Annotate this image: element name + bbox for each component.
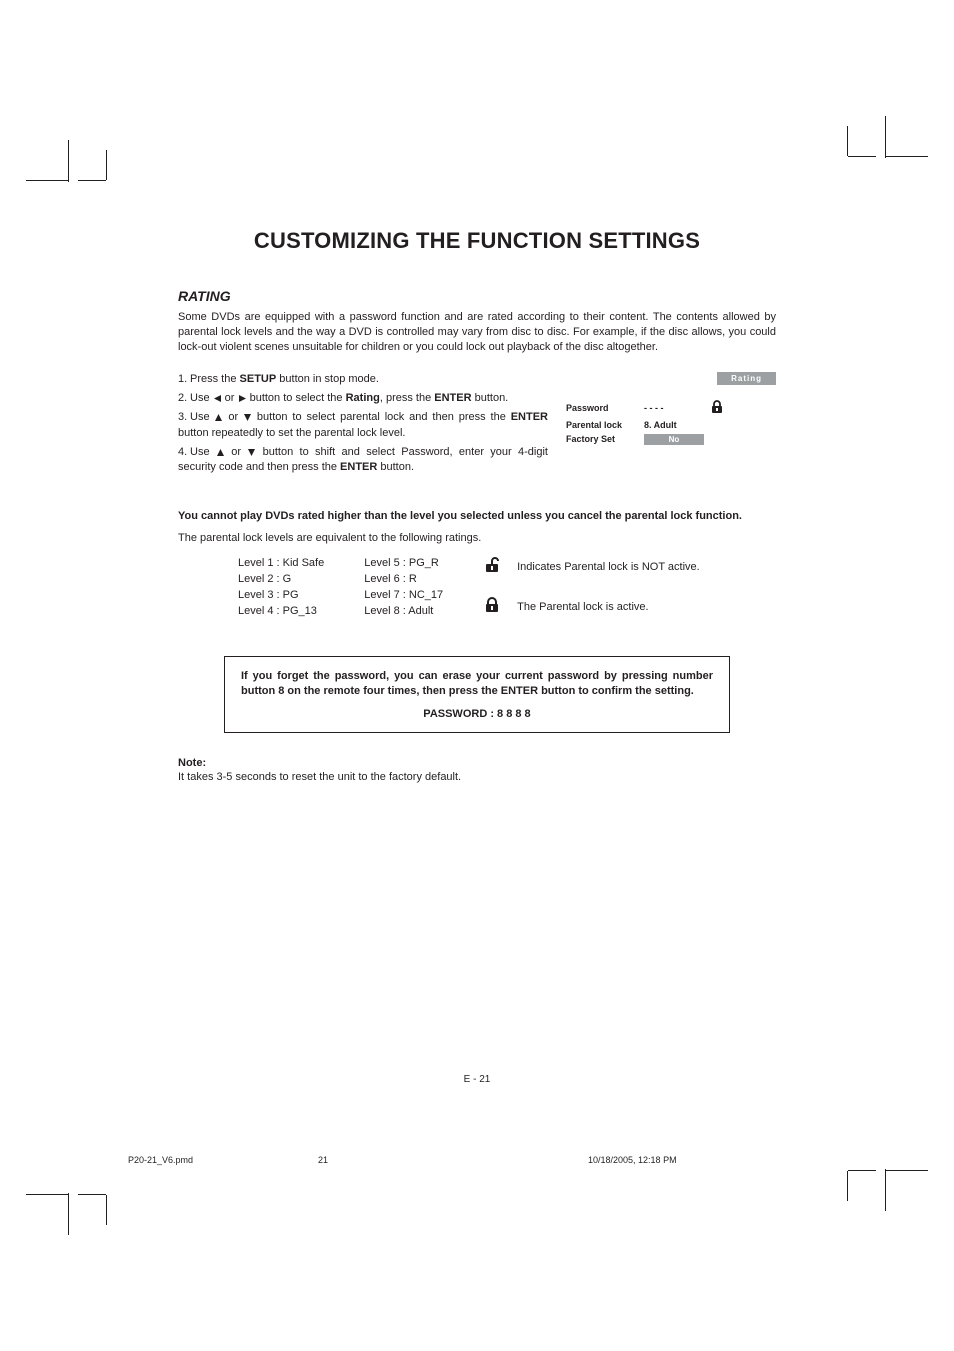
levels-column-1: Level 1 : Kid Safe Level 2 : G Level 3 :… [238,556,324,636]
osd-row-factory-set: Factory Set No [566,434,776,445]
password-reset-callout: If you forget the password, you can eras… [224,656,730,733]
document-footer: P20-21_V6.pmd 21 10/18/2005, 12:18 PM [128,1155,828,1165]
step-4: 4.Use or button to shift and select Pass… [178,445,548,476]
lock-closed-icon [483,596,501,620]
arrow-right-icon [238,394,247,403]
footer-filename: P20-21_V6.pmd [128,1155,318,1165]
legend-locked-text: The Parental lock is active. [517,600,648,616]
equivalence-intro: The parental lock levels are equivalent … [178,532,776,544]
crop-mark [848,1170,876,1171]
step-3: 3.Use or button to select parental lock … [178,410,548,441]
crop-mark [886,156,928,157]
parental-lock-notice: You cannot play DVDs rated higher than t… [178,510,776,522]
osd-tab: Rating [717,372,776,385]
osd-row-password: Password - - - - [566,400,776,416]
crop-mark [26,180,68,181]
lock-closed-icon [710,400,724,416]
page-number: E - 21 [178,1074,776,1085]
arrow-left-icon [213,394,222,403]
callout-password: PASSWORD : 8 8 8 8 [241,708,713,720]
crop-mark [106,150,107,180]
levels-column-2: Level 5 : PG_R Level 6 : R Level 7 : NC_… [364,556,443,636]
crop-mark [847,1171,848,1201]
note-heading: Note: [178,757,776,769]
crop-mark [848,156,876,157]
lock-open-icon [483,556,501,580]
lock-legend: Indicates Parental lock is NOT active. T… [483,556,700,636]
step-2: 2.Use or button to select the Rating, pr… [178,391,548,406]
crop-mark [886,1170,928,1171]
callout-text: If you forget the password, you can eras… [241,669,713,700]
section-heading: RATING [178,288,776,304]
osd-preview: Rating Password - - - - Parental lock 8.… [566,372,776,480]
steps-list: 1.Press the SETUP button in stop mode. 2… [178,372,548,480]
crop-mark [68,140,69,182]
step-1: 1.Press the SETUP button in stop mode. [178,372,548,387]
page-title: CUSTOMIZING THE FUNCTION SETTINGS [178,228,776,254]
crop-mark [106,1195,107,1225]
page-content: CUSTOMIZING THE FUNCTION SETTINGS RATING… [178,228,776,783]
legend-unlocked-text: Indicates Parental lock is NOT active. [517,560,700,576]
crop-mark [68,1193,69,1235]
crop-mark [78,180,106,181]
crop-mark [885,116,886,158]
crop-mark [26,1194,68,1195]
arrow-up-icon [216,448,225,457]
footer-page: 21 [318,1155,588,1165]
crop-mark [885,1169,886,1211]
osd-row-parental-lock: Parental lock 8. Adult [566,420,776,430]
crop-mark [847,126,848,156]
footer-datetime: 10/18/2005, 12:18 PM [588,1155,828,1165]
arrow-down-icon [247,448,256,457]
crop-mark [78,1194,106,1195]
intro-paragraph: Some DVDs are equipped with a password f… [178,310,776,356]
arrow-down-icon [243,413,252,422]
note-body: It takes 3-5 seconds to reset the unit t… [178,771,776,783]
